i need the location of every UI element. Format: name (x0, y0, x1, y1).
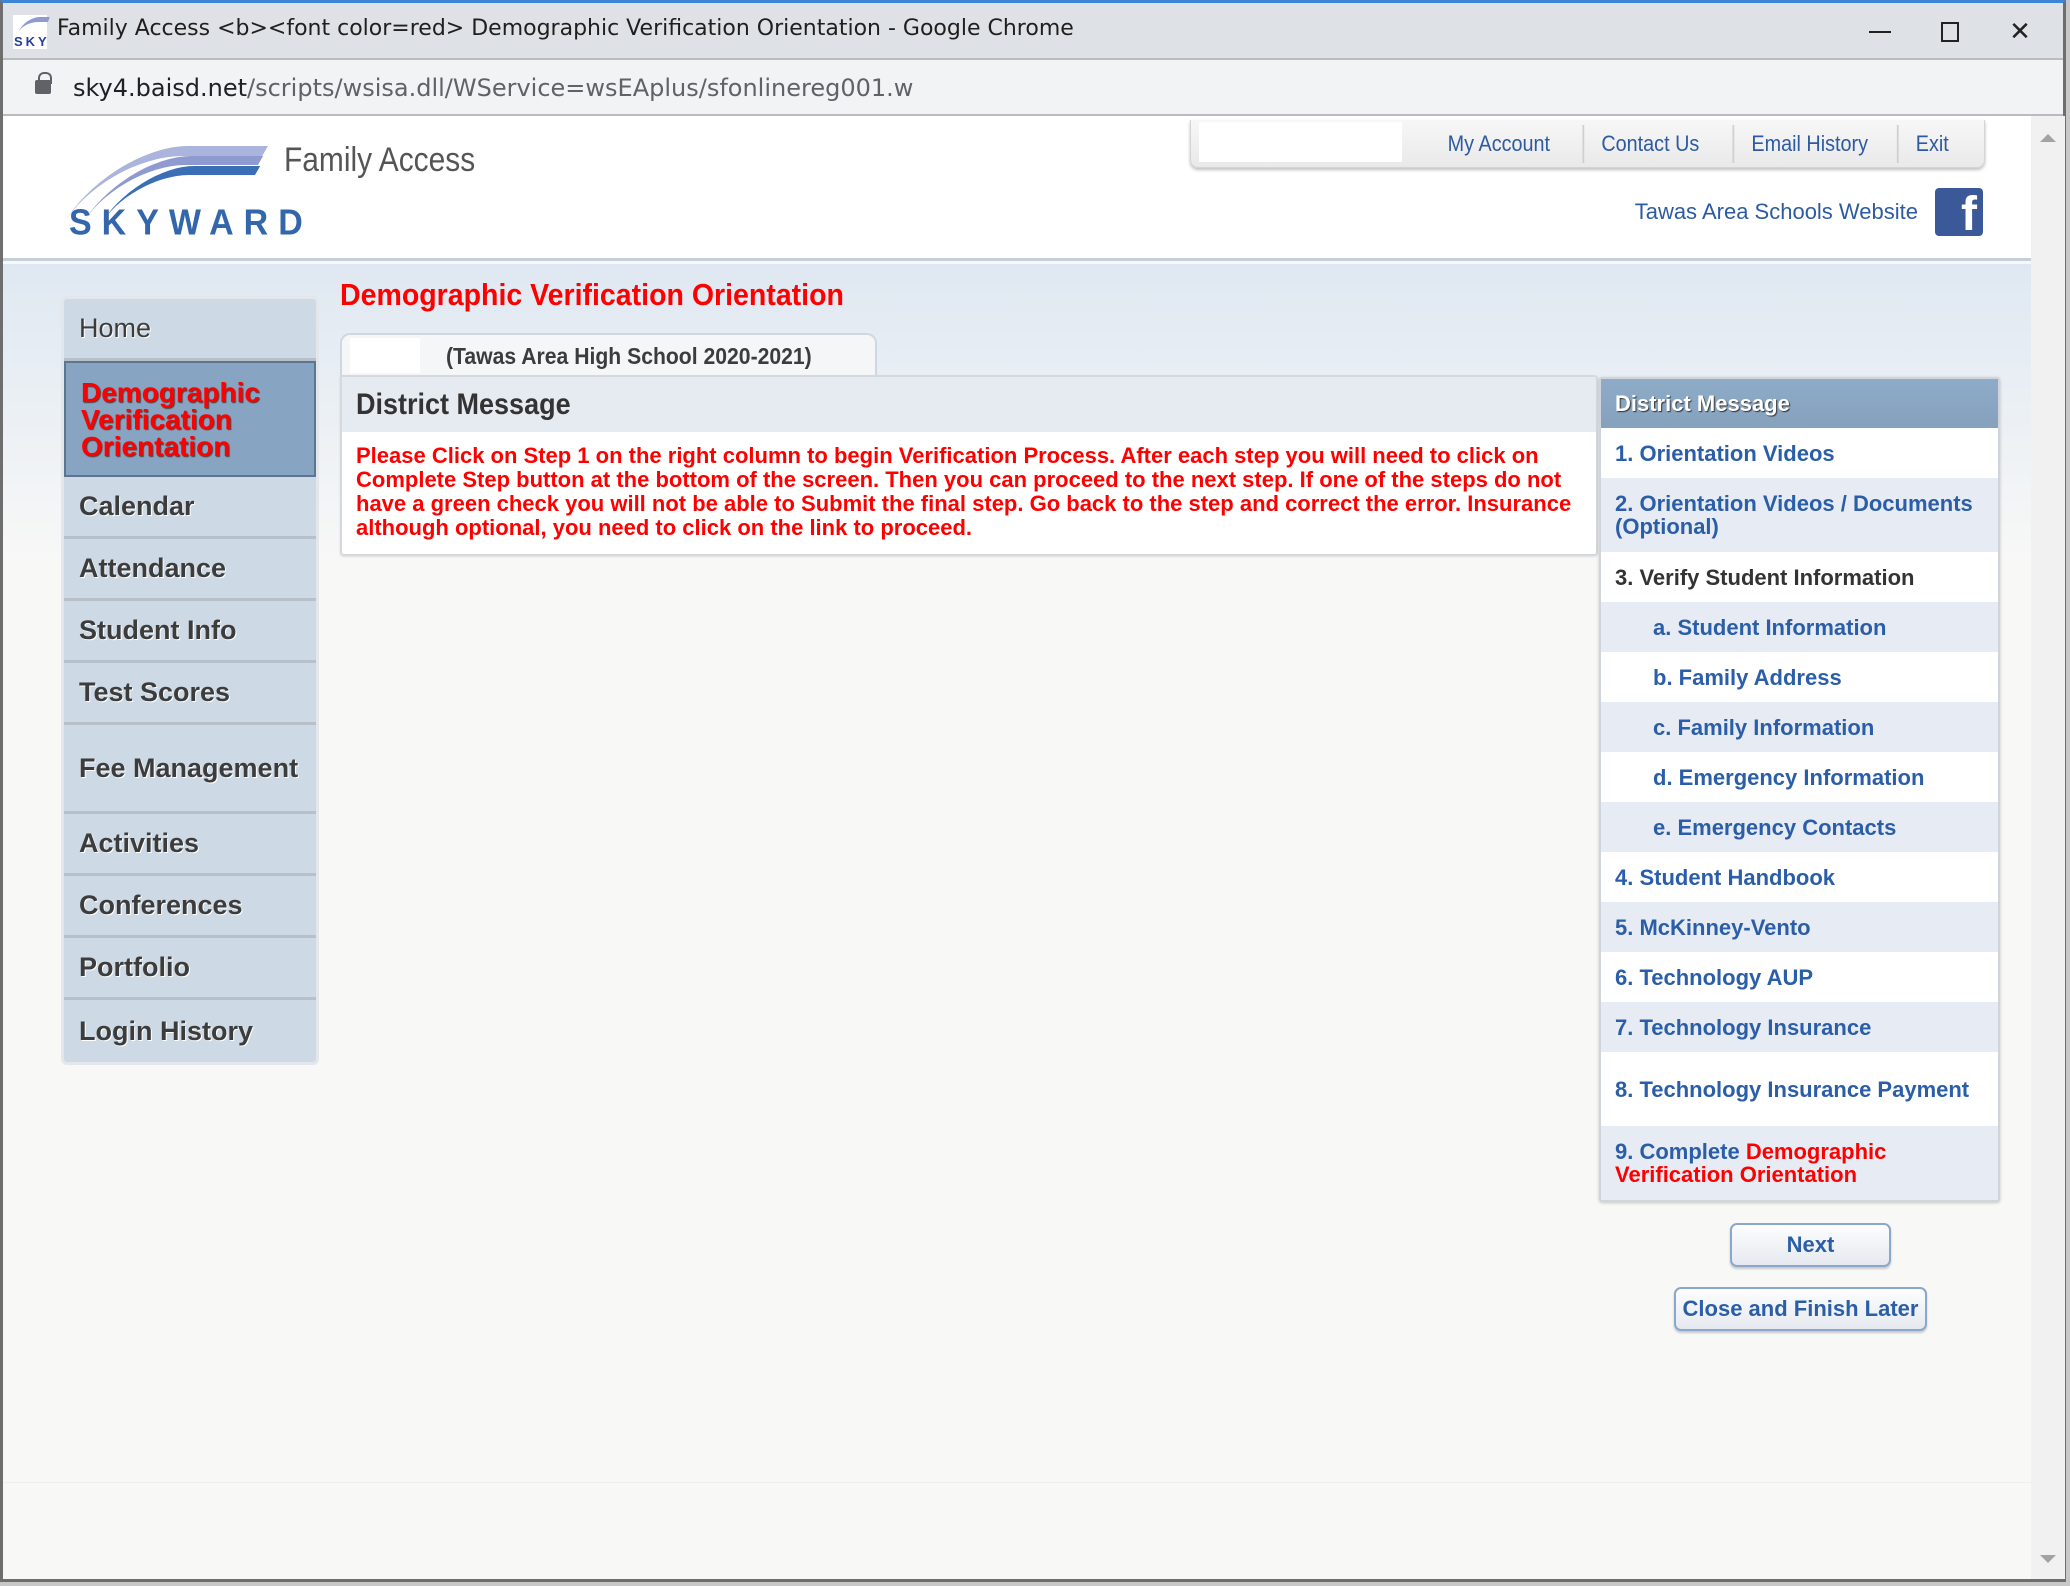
step-4-student-handbook[interactable]: 4. Student Handbook (1601, 852, 1998, 902)
sidebar-item-fee-management[interactable]: Fee Management (64, 725, 316, 814)
sidebar-nav: Home Demographic Verification Orientatio… (61, 296, 319, 1065)
skyward-logo: SKYWARD (61, 138, 303, 243)
close-and-finish-later-button[interactable]: Close and Finish Later (1674, 1287, 1927, 1331)
my-account-link[interactable]: My Account (1431, 125, 1568, 163)
page-header: SKYWARD Family Access My Account Contact… (3, 116, 2031, 261)
page-title: Demographic Verification Orientation (340, 277, 844, 312)
minimize-icon (1869, 30, 1891, 33)
step-9-complete[interactable]: 9. Complete Demographic Verification Ori… (1601, 1126, 1998, 1200)
sidebar-item-home[interactable]: Home (64, 299, 316, 361)
step-6-technology-aup[interactable]: 6. Technology AUP (1601, 952, 1998, 1002)
steps-panel: District Message 1. Orientation Videos 2… (1599, 377, 2000, 1202)
email-history-link[interactable]: Email History (1732, 124, 1885, 163)
url-host: sky4.baisd.net (73, 74, 248, 102)
step-1-orientation-videos[interactable]: 1. Orientation Videos (1601, 428, 1998, 478)
tab-student-school[interactable]: (Tawas Area High School 2020-2021) (340, 333, 877, 376)
lock-icon (35, 72, 52, 94)
school-website-link[interactable]: Tawas Area Schools Website (1635, 199, 1918, 225)
exit-link[interactable]: Exit (1897, 124, 1966, 163)
sidebar-item-attendance[interactable]: Attendance (64, 539, 316, 601)
redacted-user-name (1199, 122, 1402, 162)
sidebar-item-conferences[interactable]: Conferences (64, 876, 316, 938)
step-5-mckinney-vento[interactable]: 5. McKinney-Vento (1601, 902, 1998, 952)
step-3c-family-information[interactable]: c. Family Information (1601, 702, 1998, 752)
facebook-icon[interactable]: f (1935, 188, 1983, 236)
sidebar-item-student-info[interactable]: Student Info (64, 601, 316, 663)
contact-us-link[interactable]: Contact Us (1582, 124, 1716, 163)
browser-window: SKY Family Access <b><font color=red> De… (0, 0, 2066, 1582)
scroll-up-arrow-icon[interactable] (2040, 134, 2056, 142)
maximize-icon (1941, 21, 1959, 42)
close-window-button[interactable]: ✕ (1987, 3, 2053, 60)
title-bar: SKY Family Access <b><font color=red> De… (3, 3, 2063, 60)
step-3e-emergency-contacts[interactable]: e. Emergency Contacts (1601, 802, 1998, 852)
window-title: Family Access <b><font color=red> Demogr… (57, 16, 1074, 41)
step-3d-emergency-information[interactable]: d. Emergency Information (1601, 752, 1998, 802)
skyward-favicon-icon: SKY (13, 15, 50, 49)
top-nav: My Account Contact Us Email History Exit (1190, 120, 1985, 168)
sidebar-item-test-scores[interactable]: Test Scores (64, 663, 316, 725)
maximize-button[interactable] (1917, 3, 1983, 60)
address-bar[interactable]: sky4.baisd.net/scripts/wsisa.dll/WServic… (3, 60, 2063, 116)
district-message-panel: District Message Please Click on Step 1 … (340, 375, 1598, 556)
page-viewport: SKYWARD Family Access My Account Contact… (3, 116, 2031, 1579)
tab-label: (Tawas Area High School 2020-2021) (446, 343, 812, 369)
steps-header-district-message[interactable]: District Message (1601, 379, 1998, 428)
url-path: /scripts/wsisa.dll/WService=wsEAplus/sfo… (247, 74, 914, 102)
district-message-title: District Message (342, 377, 1596, 432)
vertical-scrollbar[interactable] (2031, 116, 2065, 1579)
step-3-verify-student-info: 3. Verify Student Information (1615, 564, 1915, 590)
close-icon: ✕ (2009, 16, 2031, 46)
url-text[interactable]: sky4.baisd.net/scripts/wsisa.dll/WServic… (73, 74, 913, 102)
sidebar-item-login-history[interactable]: Login History (64, 1000, 316, 1062)
sidebar-item-activities[interactable]: Activities (64, 814, 316, 876)
step-3b-family-address[interactable]: b. Family Address (1601, 652, 1998, 702)
footer-divider (3, 1482, 2031, 1483)
app-title: Family Access (284, 141, 476, 179)
step-9-prefix: 9. Complete (1615, 1139, 1746, 1164)
step-8-technology-insurance-payment[interactable]: 8. Technology Insurance Payment (1601, 1052, 1998, 1126)
scroll-down-arrow-icon[interactable] (2040, 1555, 2056, 1563)
step-3a-student-information[interactable]: a. Student Information (1601, 602, 1998, 652)
next-button[interactable]: Next (1730, 1223, 1891, 1267)
sidebar-item-portfolio[interactable]: Portfolio (64, 938, 316, 1000)
sidebar-item-calendar[interactable]: Calendar (64, 477, 316, 539)
district-message-body: Please Click on Step 1 on the right colu… (356, 443, 1572, 540)
redacted-student-name (350, 338, 420, 373)
minimize-button[interactable] (1847, 3, 1913, 60)
sidebar-item-demographic-verification[interactable]: Demographic Verification Orientation (64, 361, 316, 477)
step-2-orientation-documents[interactable]: 2. Orientation Videos / Documents (Optio… (1601, 478, 1998, 552)
step-7-technology-insurance[interactable]: 7. Technology Insurance (1601, 1002, 1998, 1052)
logo-wordmark: SKYWARD (69, 203, 313, 243)
